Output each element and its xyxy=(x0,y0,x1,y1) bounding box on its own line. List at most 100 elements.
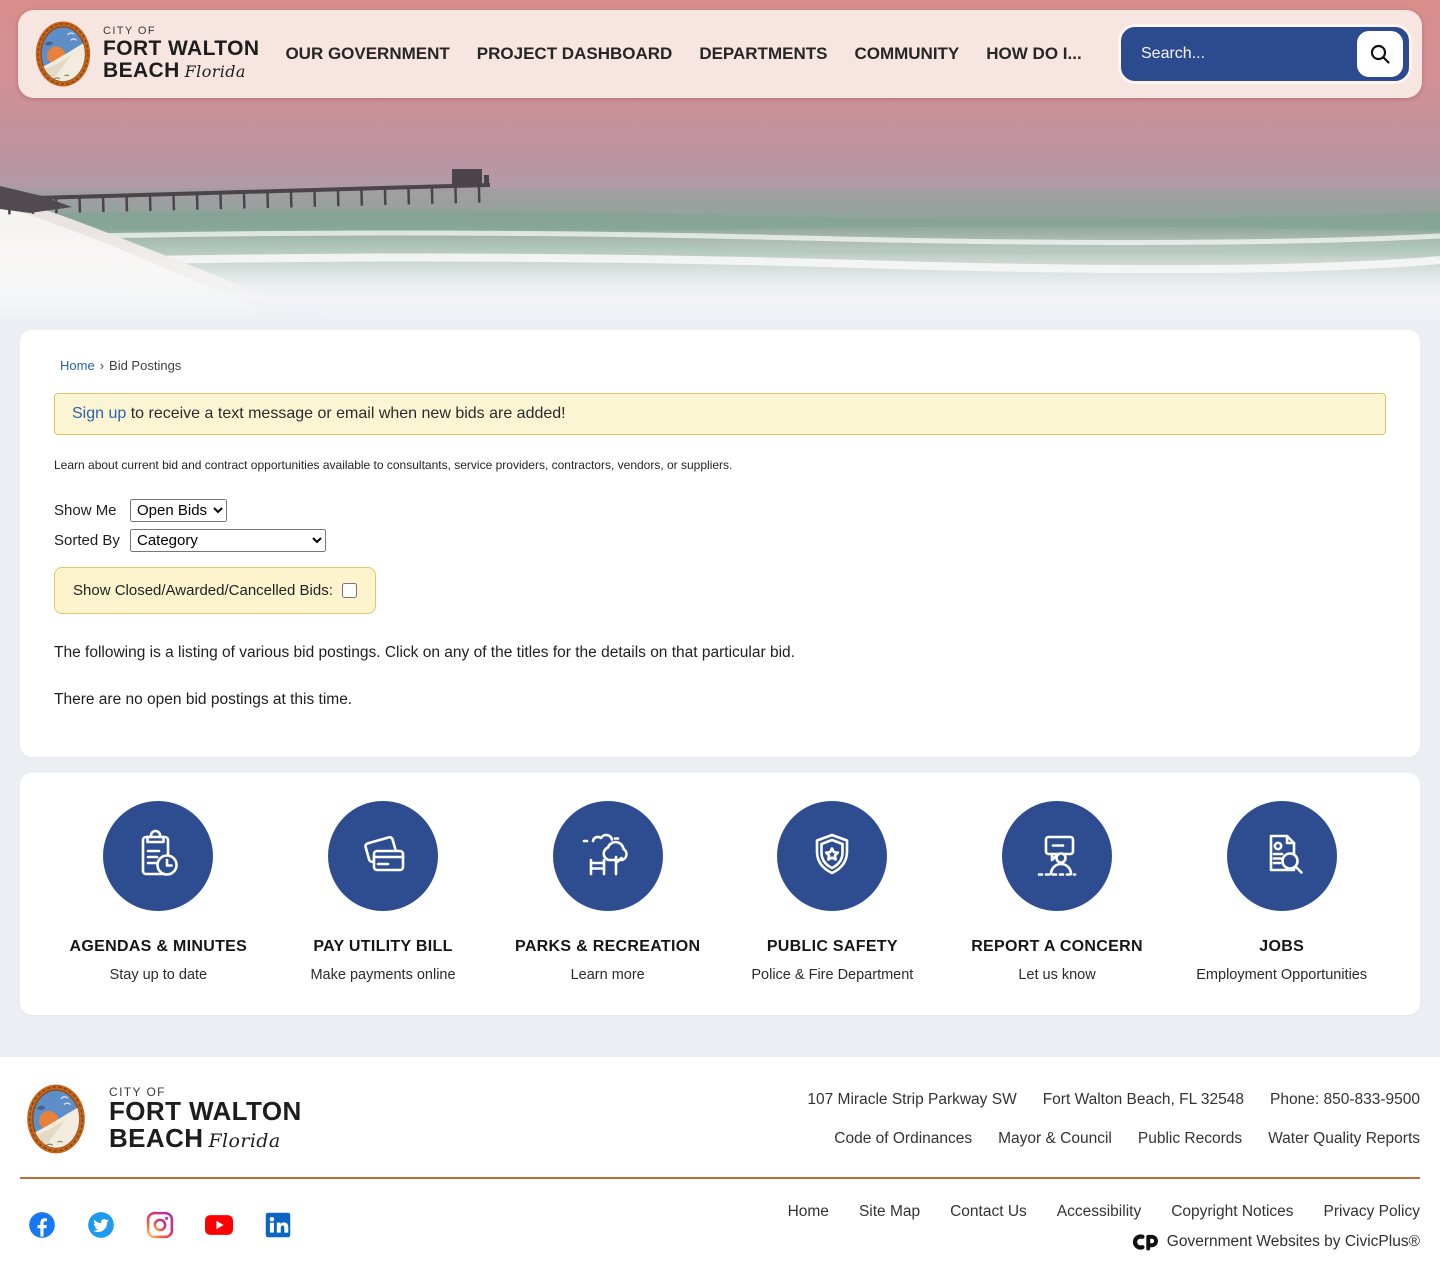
signup-banner-text: to receive a text message or email when … xyxy=(126,405,565,422)
listing-description: The following is a listing of various bi… xyxy=(54,644,1392,662)
footer-link-public-records[interactable]: Public Records xyxy=(1138,1130,1242,1148)
quick-link-jobs: JOBS Employment Opportunities xyxy=(1169,801,1394,983)
site-logo[interactable]: CITY OF FORT WALTON BEACHFlorida xyxy=(34,20,259,88)
nav-project-dashboard[interactable]: PROJECT DASHBOARD xyxy=(477,44,673,64)
signup-banner: Sign up to receive a text message or ema… xyxy=(54,393,1386,435)
youtube-icon[interactable] xyxy=(205,1211,233,1239)
quick-link-safety: PUBLIC SAFETY Police & Fire Department xyxy=(720,801,945,983)
intro-text: Learn about current bid and contract opp… xyxy=(54,458,1392,472)
main-nav: OUR GOVERNMENT PROJECT DASHBOARD DEPARTM… xyxy=(285,44,1118,64)
jobs-button[interactable] xyxy=(1227,801,1337,911)
civicplus-credit: Government Websites by CivicPlus® xyxy=(1132,1233,1420,1251)
parks-recreation-button[interactable] xyxy=(553,801,663,911)
breadcrumb-current: Bid Postings xyxy=(109,358,181,373)
footer-links-row-2: Home Site Map Contact Us Accessibility C… xyxy=(788,1203,1420,1221)
show-me-select[interactable]: Open Bids xyxy=(130,499,227,522)
nav-community[interactable]: COMMUNITY xyxy=(854,44,959,64)
quick-link-title[interactable]: JOBS xyxy=(1259,938,1304,956)
sorted-by-select[interactable]: Category xyxy=(130,529,326,552)
brand-state: Florida xyxy=(185,62,246,81)
footer-link-home[interactable]: Home xyxy=(788,1203,829,1221)
quick-link-title[interactable]: PUBLIC SAFETY xyxy=(767,938,898,956)
civicplus-text[interactable]: Government Websites by CivicPlus® xyxy=(1167,1233,1420,1251)
closed-bids-filter: Show Closed/Awarded/Cancelled Bids: xyxy=(54,567,376,614)
search-button[interactable] xyxy=(1357,31,1403,77)
search-box xyxy=(1118,24,1412,84)
breadcrumb-separator: › xyxy=(100,358,104,373)
footer-links-row-1: Code of Ordinances Mayor & Council Publi… xyxy=(834,1130,1420,1148)
resume-magnifier-icon xyxy=(1250,824,1314,888)
pay-utility-bill-button[interactable] xyxy=(328,801,438,911)
footer-brand-name-line2: BEACH xyxy=(109,1123,203,1153)
shield-star-icon xyxy=(800,824,864,888)
footer-link-code-of-ordinances[interactable]: Code of Ordinances xyxy=(834,1130,972,1148)
footer-link-site-map[interactable]: Site Map xyxy=(859,1203,920,1221)
civicplus-logo-icon xyxy=(1132,1233,1158,1251)
quick-link-subtitle: Employment Opportunities xyxy=(1196,967,1367,983)
linkedin-icon[interactable] xyxy=(264,1211,292,1239)
instagram-icon[interactable] xyxy=(146,1211,174,1239)
footer-divider xyxy=(20,1177,1420,1179)
quick-links-section: AGENDAS & MINUTES Stay up to date PAY UT… xyxy=(20,773,1420,1015)
footer: CITY OF FORT WALTON BEACHFlorida 107 Mir… xyxy=(0,1057,1440,1269)
closed-bids-checkbox[interactable] xyxy=(342,583,357,598)
footer-link-mayor-council[interactable]: Mayor & Council xyxy=(998,1130,1112,1148)
top-navigation-bar: CITY OF FORT WALTON BEACHFlorida OUR GOV… xyxy=(18,10,1422,98)
footer-logo[interactable]: CITY OF FORT WALTON BEACHFlorida xyxy=(20,1083,302,1155)
park-tree-bench-icon xyxy=(576,824,640,888)
breadcrumb-home-link[interactable]: Home xyxy=(60,358,95,373)
quick-link-subtitle: Police & Fire Department xyxy=(751,967,913,983)
brand-name-line1: FORT WALTON xyxy=(103,38,259,60)
brand-name-line2: BEACH xyxy=(103,59,180,82)
quick-link-concern: REPORT A CONCERN Let us know xyxy=(945,801,1170,983)
quick-link-subtitle: Make payments online xyxy=(310,967,455,983)
search-input[interactable] xyxy=(1139,44,1357,64)
quick-link-title[interactable]: PAY UTILITY BILL xyxy=(313,938,452,956)
quick-link-subtitle: Let us know xyxy=(1018,967,1095,983)
footer-link-water-quality[interactable]: Water Quality Reports xyxy=(1268,1130,1420,1148)
nav-departments[interactable]: DEPARTMENTS xyxy=(699,44,827,64)
nav-our-government[interactable]: OUR GOVERNMENT xyxy=(285,44,449,64)
quick-link-utility: PAY UTILITY BILL Make payments online xyxy=(271,801,496,983)
sorted-by-label: Sorted By xyxy=(54,532,130,549)
closed-bids-label: Show Closed/Awarded/Cancelled Bids: xyxy=(73,582,333,599)
magnifier-icon xyxy=(1368,42,1392,66)
report-a-concern-button[interactable] xyxy=(1002,801,1112,911)
footer-link-accessibility[interactable]: Accessibility xyxy=(1057,1203,1141,1221)
credit-card-icon xyxy=(351,824,415,888)
footer-link-copyright[interactable]: Copyright Notices xyxy=(1171,1203,1293,1221)
quick-link-title[interactable]: PARKS & RECREATION xyxy=(515,938,700,956)
person-speech-bubble-icon xyxy=(1025,824,1089,888)
footer-phone[interactable]: Phone: 850-833-9500 xyxy=(1270,1091,1420,1109)
clipboard-clock-icon xyxy=(126,824,190,888)
social-links xyxy=(28,1211,292,1239)
quick-link-subtitle: Stay up to date xyxy=(110,967,208,983)
show-me-label: Show Me xyxy=(54,502,130,519)
quick-link-parks: PARKS & RECREATION Learn more xyxy=(495,801,720,983)
agendas-minutes-button[interactable] xyxy=(103,801,213,911)
footer-link-contact-us[interactable]: Contact Us xyxy=(950,1203,1027,1221)
quick-link-subtitle: Learn more xyxy=(571,967,645,983)
public-safety-button[interactable] xyxy=(777,801,887,911)
footer-city-state-zip: Fort Walton Beach, FL 32548 xyxy=(1043,1091,1244,1109)
city-seal-icon xyxy=(34,20,92,88)
quick-link-title[interactable]: AGENDAS & MINUTES xyxy=(70,938,248,956)
quick-link-agendas: AGENDAS & MINUTES Stay up to date xyxy=(46,801,271,983)
page-background: Home › Bid Postings Sign up to receive a t… xyxy=(0,320,1440,1057)
signup-link[interactable]: Sign up xyxy=(72,405,126,422)
facebook-icon[interactable] xyxy=(28,1211,56,1239)
city-seal-icon xyxy=(20,1083,92,1155)
quick-link-title[interactable]: REPORT A CONCERN xyxy=(971,938,1143,956)
sorted-by-row: Sorted By Category xyxy=(54,529,1392,552)
empty-listing-message: There are no open bid postings at this t… xyxy=(54,691,1392,709)
footer-link-privacy[interactable]: Privacy Policy xyxy=(1324,1203,1420,1221)
footer-brand-state: Florida xyxy=(208,1130,280,1152)
bid-postings-card: Home › Bid Postings Sign up to receive a t… xyxy=(20,330,1420,757)
twitter-icon[interactable] xyxy=(87,1211,115,1239)
breadcrumb: Home › Bid Postings xyxy=(60,358,1392,373)
footer-brand-name-line1: FORT WALTON xyxy=(109,1098,302,1125)
hero-section: CITY OF FORT WALTON BEACHFlorida OUR GOV… xyxy=(0,0,1440,320)
footer-address-row: 107 Miracle Strip Parkway SW Fort Walton… xyxy=(807,1091,1420,1109)
nav-how-do-i[interactable]: HOW DO I... xyxy=(986,44,1081,64)
footer-address: 107 Miracle Strip Parkway SW xyxy=(807,1091,1016,1109)
